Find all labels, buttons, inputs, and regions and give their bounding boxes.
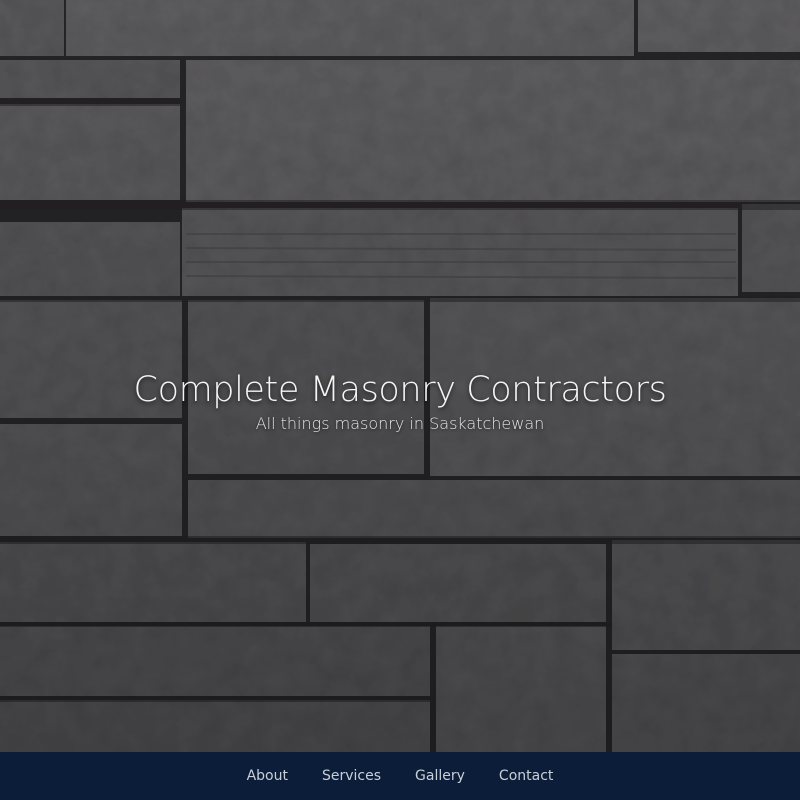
hero-text-block: Complete Masonry Contractors All things …	[0, 368, 800, 433]
footer-nav-bar: About Services Gallery Contact	[0, 752, 800, 800]
hero-subtitle: All things masonry in Saskatchewan	[255, 414, 545, 433]
nav-link-contact[interactable]: Contact	[499, 768, 553, 784]
hero-title: Complete Masonry Contractors	[133, 370, 667, 410]
nav-link-services[interactable]: Services	[322, 768, 381, 784]
hero-section: Complete Masonry Contractors All things …	[0, 0, 800, 752]
nav-link-about[interactable]: About	[247, 768, 288, 784]
nav-link-gallery[interactable]: Gallery	[415, 768, 465, 784]
